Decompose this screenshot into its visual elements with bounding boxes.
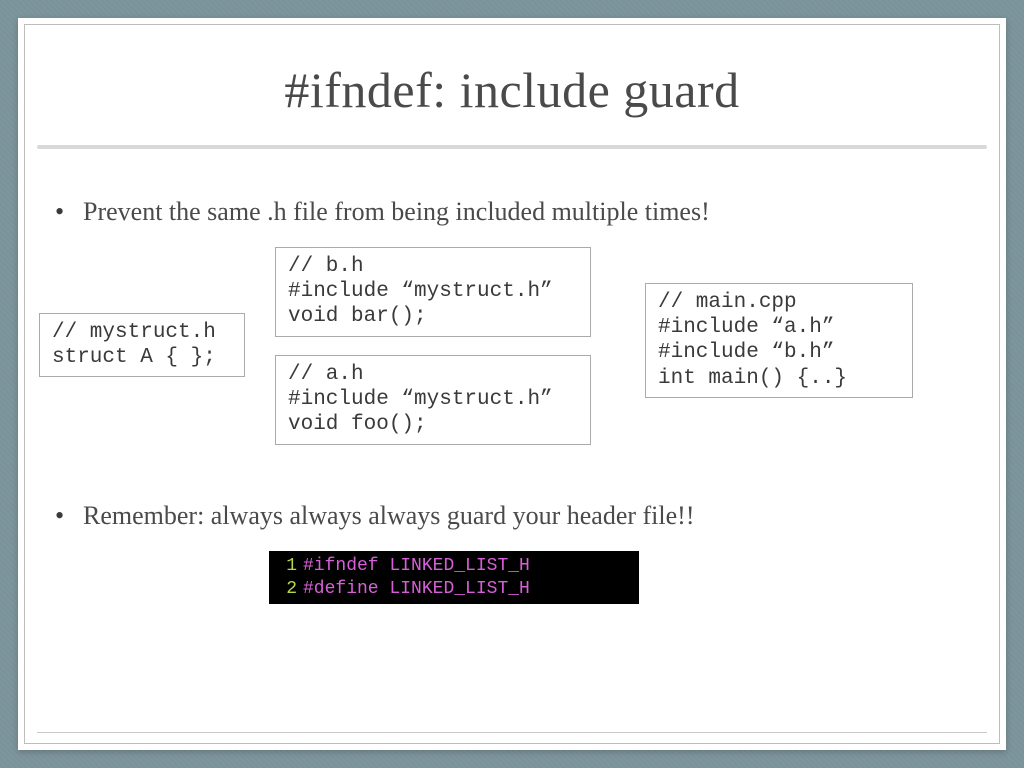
slide-outer-frame: #ifndef: include guard Prevent the same …: [18, 18, 1006, 750]
bullet-remember: Remember: always always always guard you…: [83, 501, 959, 531]
code-box-mystruct: // mystruct.h struct A { };: [39, 313, 245, 377]
code-box-bh: // b.h #include “mystruct.h” void bar();: [275, 247, 591, 337]
slide-inner-frame: #ifndef: include guard Prevent the same …: [24, 24, 1000, 744]
macro-identifier: LINKED_LIST_H: [389, 578, 529, 601]
line-number: 2: [279, 578, 297, 601]
content-area: Prevent the same .h file from being incl…: [25, 149, 999, 604]
terminal-line-1: 1 #ifndef LINKED_LIST_H: [279, 555, 629, 578]
slide-title: #ifndef: include guard: [25, 61, 999, 119]
terminal-snippet: 1 #ifndef LINKED_LIST_H 2 #define LINKED…: [269, 551, 639, 604]
preproc-keyword: #ifndef: [303, 555, 379, 578]
code-examples-row: // mystruct.h struct A { }; // b.h #incl…: [83, 247, 959, 467]
preproc-keyword: #define: [303, 578, 379, 601]
terminal-line-2: 2 #define LINKED_LIST_H: [279, 578, 629, 601]
code-box-main: // main.cpp #include “a.h” #include “b.h…: [645, 283, 913, 398]
macro-identifier: LINKED_LIST_H: [389, 555, 529, 578]
title-block: #ifndef: include guard: [25, 25, 999, 145]
code-box-ah: // a.h #include “mystruct.h” void foo();: [275, 355, 591, 445]
footer-divider: [37, 732, 987, 733]
line-number: 1: [279, 555, 297, 578]
bullet-prevent: Prevent the same .h file from being incl…: [83, 197, 959, 227]
